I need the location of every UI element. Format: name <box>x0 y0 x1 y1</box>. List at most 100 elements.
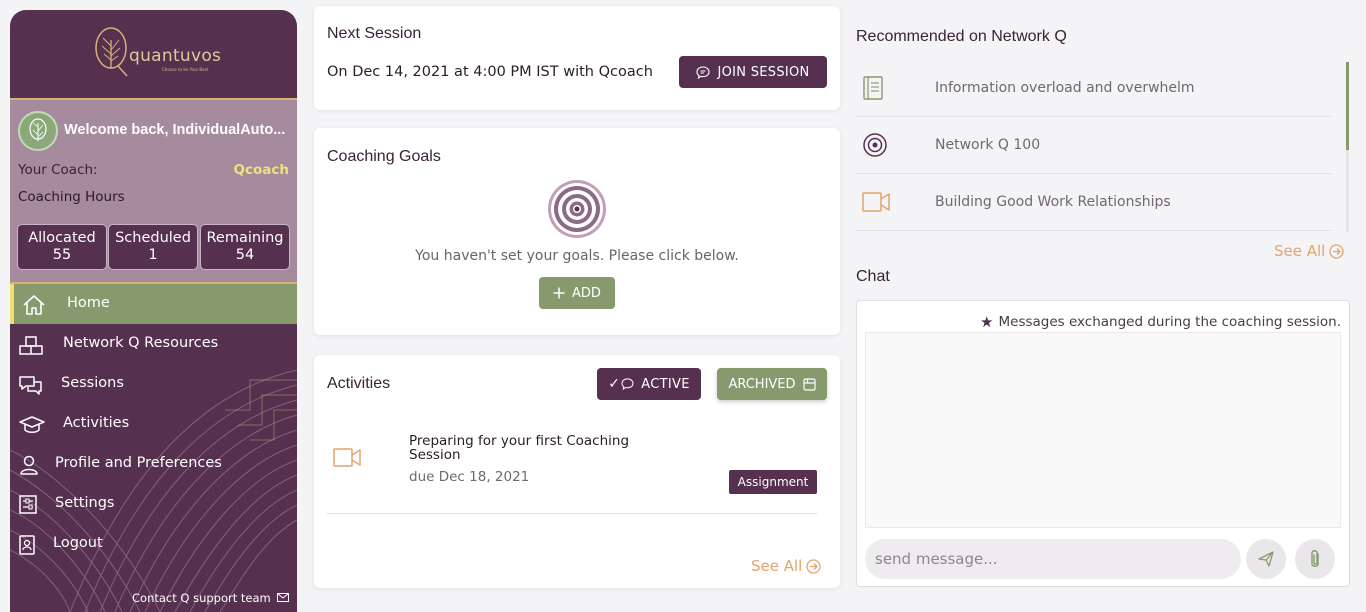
chat-message-input[interactable] <box>865 539 1241 579</box>
add-goal-label: ADD <box>572 285 601 301</box>
sidebar-item-label: Settings <box>55 495 115 511</box>
settings-sliders-icon <box>19 495 37 514</box>
person-icon <box>20 455 38 475</box>
archived-filter-label: ARCHIVED <box>728 376 796 392</box>
recommended-item[interactable]: Information overload and overwhelm <box>856 60 1332 117</box>
hours-allocated-label: Allocated <box>28 230 96 246</box>
welcome-message: Welcome back, IndividualAuto... <box>64 122 286 138</box>
activities-see-all-link[interactable]: See All <box>751 557 821 575</box>
goals-empty-message: You haven't set your goals. Please click… <box>415 248 739 264</box>
star-icon: ★ <box>980 313 994 331</box>
sidebar-item-activities[interactable]: Activities <box>10 404 297 444</box>
chat-messages-area[interactable] <box>865 332 1341 528</box>
see-all-label: See All <box>1274 242 1326 260</box>
recommended-item[interactable]: Building Good Work Relationships <box>856 174 1332 231</box>
chat-bubbles-icon <box>19 376 42 395</box>
recommended-see-all-link[interactable]: See All <box>1274 242 1344 260</box>
recommended-label: Building Good Work Relationships <box>935 194 1171 210</box>
hours-scheduled: Scheduled 1 <box>108 224 198 270</box>
video-icon <box>862 192 890 212</box>
resources-icon <box>19 336 43 355</box>
hours-remaining-value: 54 <box>235 247 255 263</box>
archive-box-icon <box>802 377 816 391</box>
logo[interactable]: quantuvos Choose to be Your Best <box>10 10 297 98</box>
profile-summary: Welcome back, IndividualAuto... Your Coa… <box>10 100 297 282</box>
coach-name[interactable]: Qcoach <box>234 162 289 178</box>
sidebar-item-logout[interactable]: Logout <box>10 524 297 564</box>
sidebar-item-settings[interactable]: Settings <box>10 484 297 524</box>
active-filter-label: ACTIVE <box>641 376 690 392</box>
join-session-label: JOIN SESSION <box>717 64 810 80</box>
send-message-button[interactable] <box>1246 539 1286 579</box>
sidebar-item-label: Activities <box>63 415 130 431</box>
sidebar-item-label: Home <box>67 295 110 311</box>
sidebar-item-label: Network Q Resources <box>63 335 219 351</box>
send-icon <box>1258 551 1274 567</box>
hours-remaining-label: Remaining <box>206 230 284 246</box>
activity-due-date: due Dec 18, 2021 <box>409 469 530 485</box>
recommended-item[interactable]: Network Q 100 <box>856 117 1332 174</box>
message-icon <box>696 65 710 79</box>
graduation-cap-icon <box>19 416 45 433</box>
sidebar-item-label: Sessions <box>61 375 124 391</box>
recommended-label: Network Q 100 <box>935 137 1041 153</box>
sidebar-item-label: Profile and Preferences <box>55 455 222 471</box>
contact-support-label: Contact Q support team <box>132 591 271 605</box>
logout-badge-icon <box>19 535 35 555</box>
sidebar-item-label: Logout <box>53 535 103 551</box>
sidebar-item-profile[interactable]: Profile and Preferences <box>10 444 297 484</box>
check-icon: ✓ <box>608 376 621 392</box>
sidebar: quantuvos Choose to be Your Best Welcome… <box>10 10 297 612</box>
hours-scheduled-label: Scheduled <box>115 230 191 246</box>
recommended-list: Information overload and overwhelm Netwo… <box>856 60 1348 232</box>
attach-file-button[interactable] <box>1295 539 1335 579</box>
chat-note: ★ Messages exchanged during the coaching… <box>980 313 1341 331</box>
coaching-goals-title: Coaching Goals <box>327 148 441 165</box>
mail-icon <box>277 593 290 602</box>
chat-panel: ★ Messages exchanged during the coaching… <box>856 300 1350 587</box>
avatar-tree-icon <box>29 118 47 141</box>
see-all-label: See All <box>751 557 803 575</box>
sidebar-item-network-q-resources[interactable]: Network Q Resources <box>10 324 297 364</box>
sidebar-item-sessions[interactable]: Sessions <box>10 364 297 404</box>
plus-icon <box>553 287 565 299</box>
activities-title: Activities <box>327 375 391 392</box>
hours-allocated-value: 55 <box>52 247 72 263</box>
paperclip-icon <box>1311 550 1319 567</box>
join-session-button[interactable]: JOIN SESSION <box>679 56 827 88</box>
next-session-title: Next Session <box>327 25 422 42</box>
sidebar-item-home[interactable]: Home <box>10 284 297 324</box>
hours-allocated: Allocated 55 <box>17 224 107 270</box>
archived-filter-button[interactable]: ARCHIVED <box>717 368 827 400</box>
hours-remaining: Remaining 54 <box>200 224 290 270</box>
recommended-label: Information overload and overwhelm <box>935 80 1195 96</box>
target-icon <box>863 133 887 157</box>
coach-label: Your Coach: <box>18 162 98 178</box>
coaching-goals-card: Coaching Goals You haven't set your goal… <box>314 128 840 335</box>
hours-scheduled-value: 1 <box>148 247 158 263</box>
brand-name: quantuvos <box>129 46 222 66</box>
activities-card: Activities ✓ ACTIVE ARCHIVED Preparing f… <box>314 355 840 588</box>
coaching-hours-label: Coaching Hours <box>18 189 125 205</box>
activity-list-item[interactable]: Preparing for your first Coaching Sessio… <box>327 427 817 514</box>
active-filter-button[interactable]: ✓ ACTIVE <box>597 368 701 400</box>
contact-support-link[interactable]: Contact Q support team <box>132 591 290 605</box>
chat-note-text: Messages exchanged during the coaching s… <box>998 314 1341 330</box>
assignment-badge: Assignment <box>729 470 817 494</box>
recommended-scrollbar-thumb[interactable] <box>1346 62 1349 150</box>
arrow-circle-right-icon <box>806 558 821 574</box>
book-icon <box>863 76 883 100</box>
arrow-circle-right-icon <box>1329 243 1344 259</box>
target-goal-icon <box>548 180 606 238</box>
tree-logo-icon <box>95 27 128 77</box>
video-icon <box>333 448 361 467</box>
recommended-title: Recommended on Network Q <box>856 28 1067 45</box>
avatar[interactable] <box>18 111 58 151</box>
chat-title: Chat <box>856 268 890 285</box>
brand-tagline: Choose to be Your Best <box>162 67 209 72</box>
next-session-details: On Dec 14, 2021 at 4:00 PM IST with Qcoa… <box>327 64 653 80</box>
next-session-card: Next Session On Dec 14, 2021 at 4:00 PM … <box>314 6 840 110</box>
add-goal-button[interactable]: ADD <box>539 277 615 309</box>
activity-title: Preparing for your first Coaching Sessio… <box>409 433 630 463</box>
home-icon <box>23 295 45 315</box>
